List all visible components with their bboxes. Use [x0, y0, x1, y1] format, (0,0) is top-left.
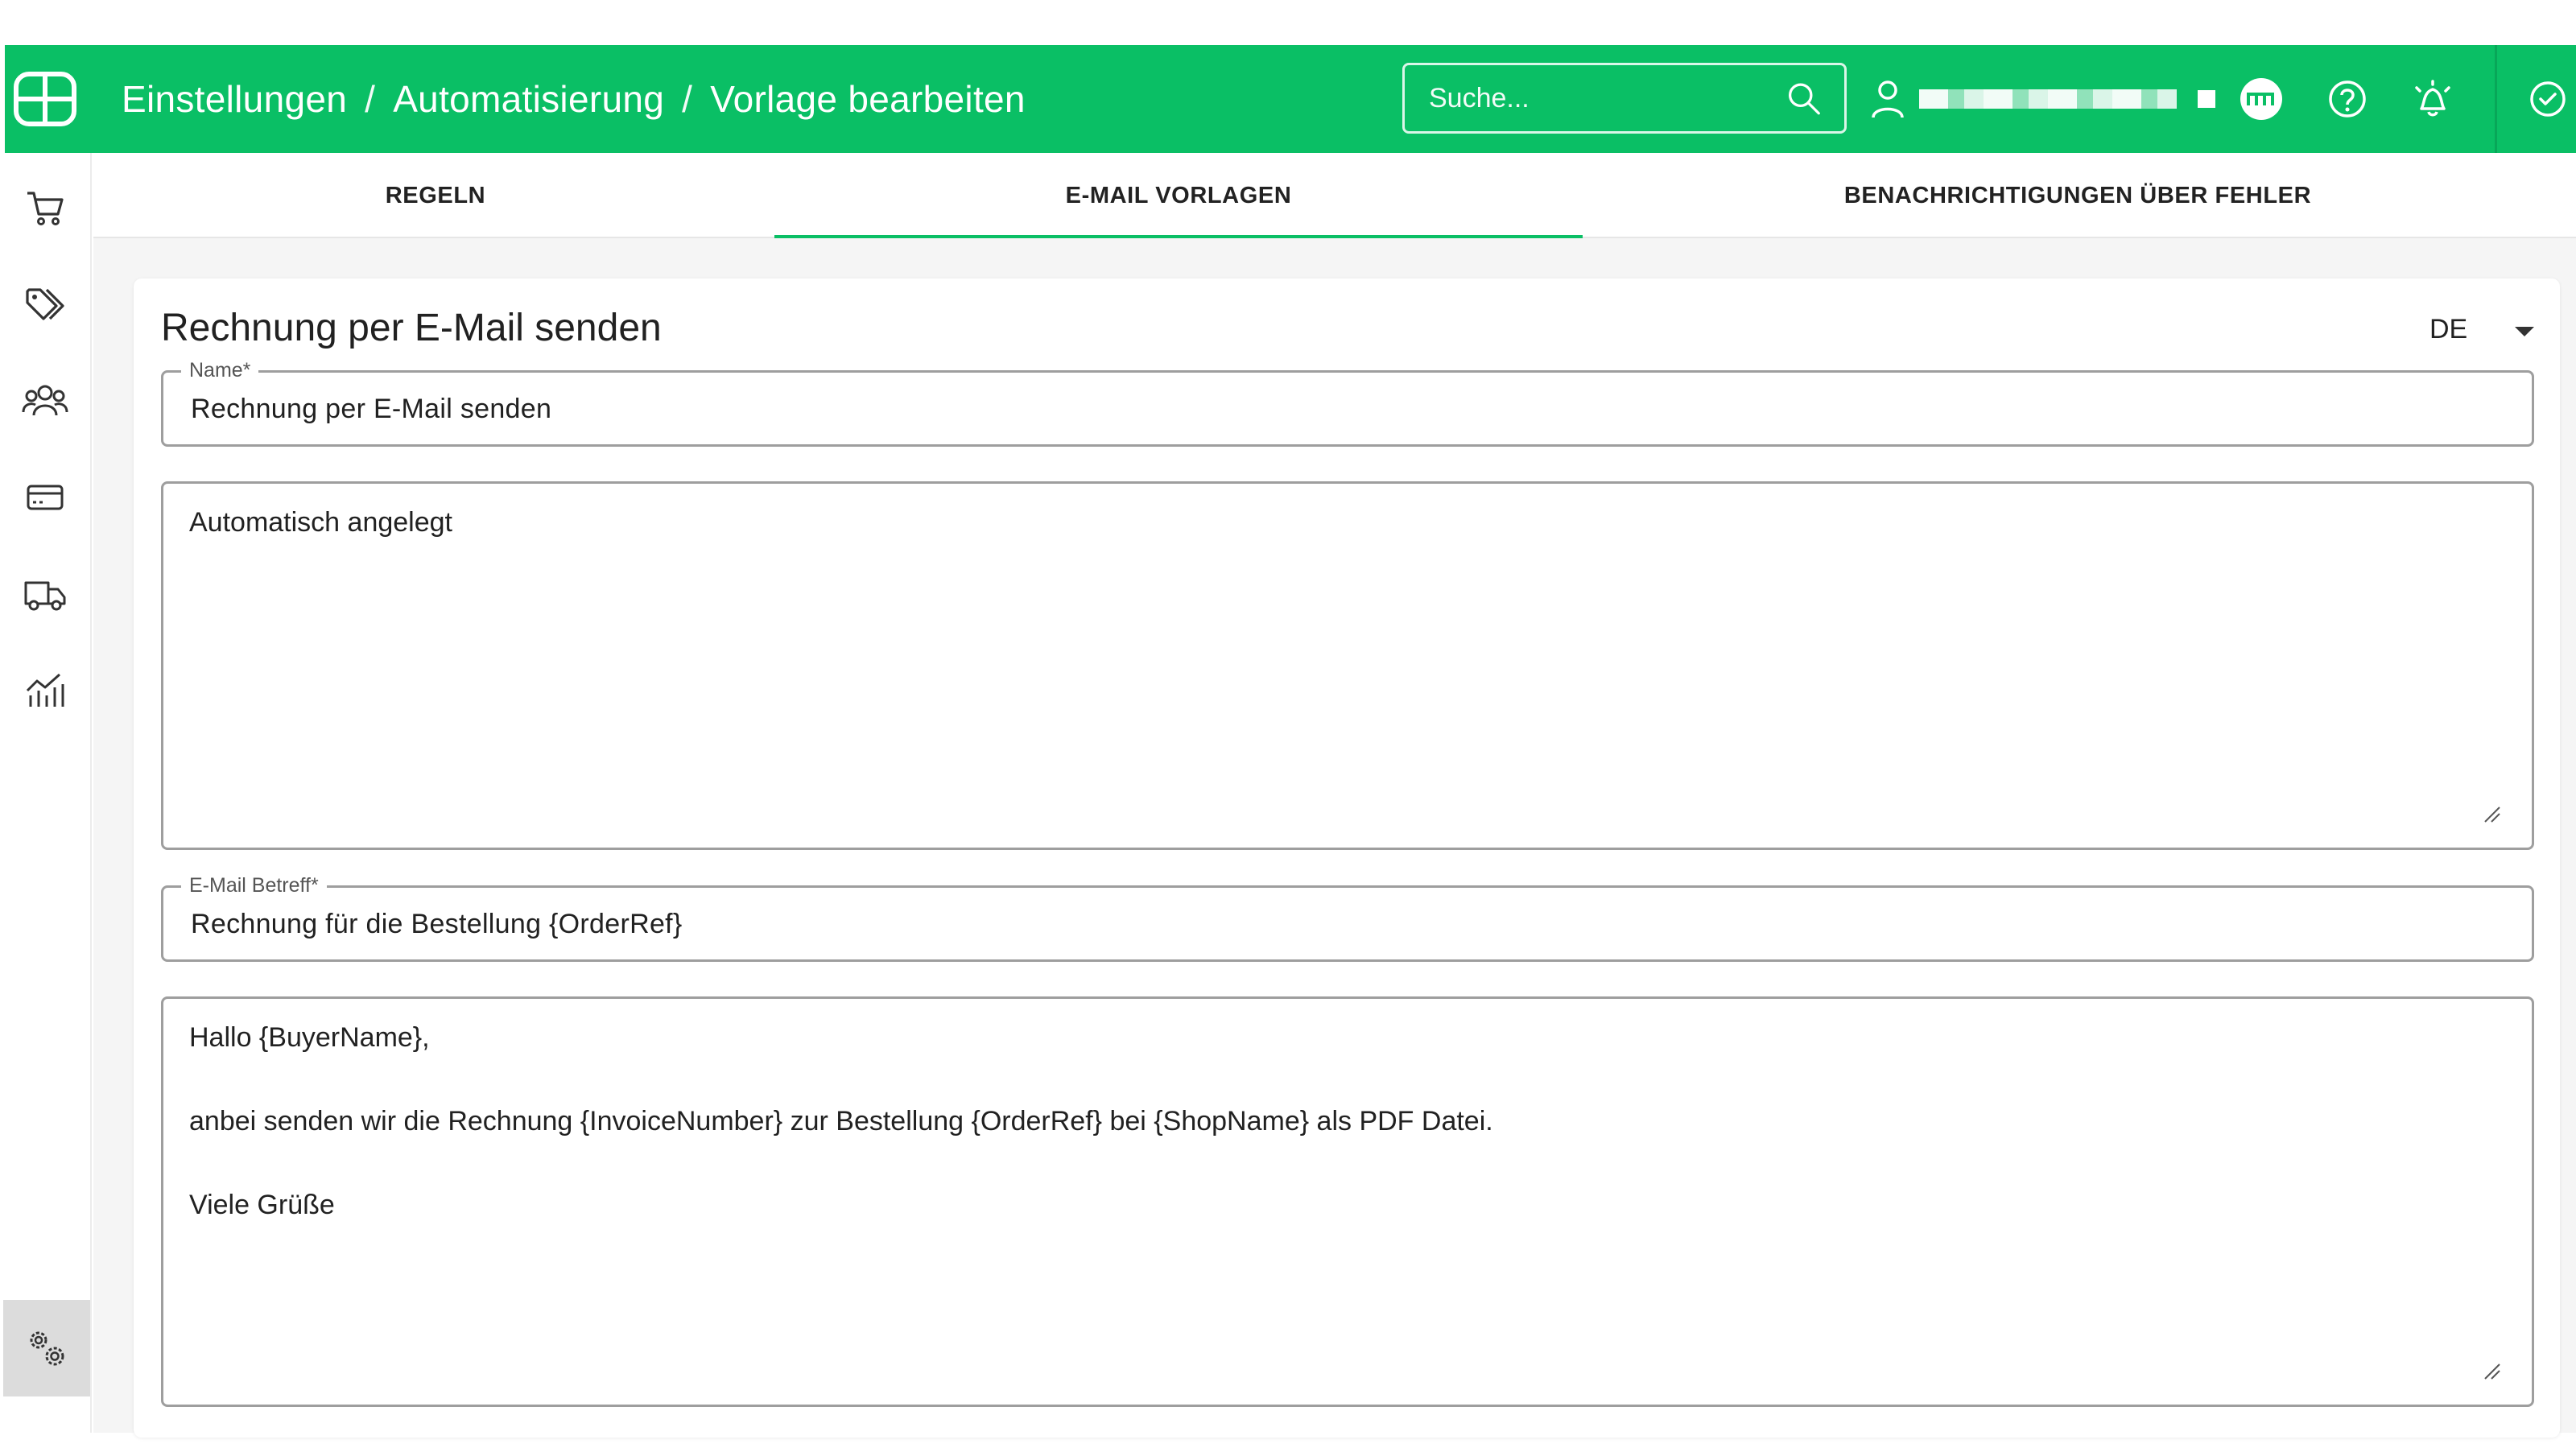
- tab-bar: REGELN E-MAIL VORLAGEN BENACHRICHTIGUNGE…: [93, 153, 2576, 240]
- breadcrumb: Einstellungen / Automatisierung / Vorlag…: [122, 45, 1026, 153]
- breadcrumb-item-automatisierung[interactable]: Automatisierung: [393, 77, 664, 121]
- topbar-divider: [2495, 45, 2497, 153]
- name-field[interactable]: Name* Rechnung per E-Mail senden: [161, 358, 2534, 447]
- email-body-textarea[interactable]: Hallo {BuyerName}, anbei senden wir die …: [189, 1017, 2491, 1379]
- breadcrumb-item-einstellungen[interactable]: Einstellungen: [122, 77, 347, 121]
- user-status-indicator: [2198, 90, 2215, 108]
- sidebar-item-customers[interactable]: [8, 364, 82, 438]
- user-icon[interactable]: [1871, 79, 1905, 119]
- breadcrumb-item-current: Vorlage bearbeiten: [710, 78, 1026, 120]
- name-field-label: Name*: [181, 358, 259, 382]
- user-name-redacted: [1919, 89, 2177, 109]
- help-icon[interactable]: [2321, 72, 2374, 126]
- tab-benachrichtigungen[interactable]: BENACHRICHTIGUNGEN ÜBER FEHLER: [1583, 153, 2573, 238]
- shipping-truck-icon: [24, 581, 66, 611]
- subject-field[interactable]: E-Mail Betreff* Rechnung für die Bestell…: [161, 873, 2534, 962]
- sidebar-item-payments[interactable]: [8, 460, 82, 534]
- tab-regeln[interactable]: REGELN: [93, 153, 778, 238]
- settings-gears-icon: [30, 1331, 64, 1366]
- subject-field-label: E-Mail Betreff*: [181, 873, 327, 897]
- notification-bell-icon[interactable]: [2406, 72, 2459, 126]
- check-circle-icon[interactable]: [2521, 72, 2574, 126]
- breadcrumb-separator: /: [682, 78, 693, 120]
- breadcrumb-separator: /: [365, 78, 376, 120]
- page-title: Rechnung per E-Mail senden: [161, 307, 662, 349]
- sidebar-item-analytics[interactable]: [8, 654, 82, 728]
- language-select[interactable]: DE: [2429, 314, 2467, 345]
- app-logo-icon[interactable]: [13, 71, 77, 127]
- top-app-bar: Einstellungen / Automatisierung / Vorlag…: [5, 45, 2576, 153]
- search-input[interactable]: [1429, 82, 1785, 114]
- sidebar-item-orders[interactable]: [8, 171, 82, 245]
- search-box[interactable]: [1402, 63, 1847, 134]
- name-field-value[interactable]: Rechnung per E-Mail senden: [191, 394, 551, 425]
- sidebar: [0, 153, 92, 1433]
- sidebar-item-shipping[interactable]: [8, 557, 82, 631]
- user-menu[interactable]: [1871, 69, 2215, 129]
- description-textarea[interactable]: Automatisch angelegt: [189, 501, 2491, 823]
- sidebar-item-products[interactable]: [8, 267, 82, 341]
- subject-field-value[interactable]: Rechnung für die Bestellung {OrderRef}: [191, 909, 683, 940]
- customers-icon: [22, 385, 68, 416]
- sidebar-item-settings[interactable]: [3, 1300, 90, 1396]
- description-field[interactable]: Automatisch angelegt: [161, 481, 2534, 850]
- cart-icon: [27, 192, 64, 225]
- resize-grip-icon[interactable]: [2482, 1361, 2501, 1380]
- search-icon[interactable]: [1785, 79, 1822, 118]
- marketplace-icon[interactable]: [2235, 72, 2288, 126]
- tab-email-vorlagen[interactable]: E-MAIL VORLAGEN: [774, 153, 1583, 240]
- payment-card-icon: [27, 485, 64, 510]
- email-body-field[interactable]: Hallo {BuyerName}, anbei senden wir die …: [161, 996, 2534, 1407]
- resize-grip-icon[interactable]: [2482, 804, 2501, 823]
- chevron-down-icon[interactable]: [2515, 327, 2534, 336]
- analytics-icon: [26, 673, 64, 707]
- tags-icon: [26, 288, 64, 320]
